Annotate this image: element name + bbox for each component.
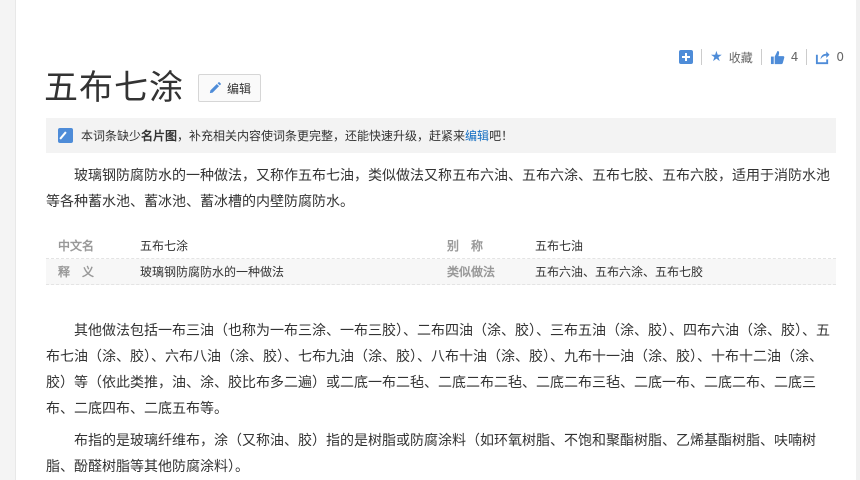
favorite-button[interactable]: ★ 收藏: [702, 48, 761, 66]
share-count: 0: [836, 50, 844, 64]
page-title: 五布七涂: [44, 68, 184, 108]
notice-text-mid: ，补充相关内容使词条更完整，还能快速升级，赶紧来: [177, 129, 466, 143]
definition-paragraph: 布指的是玻璃纤维布，涂（又称油、胶）指的是树脂或防腐涂料（如环氧树脂、不饱和聚酯…: [46, 433, 816, 475]
edit-note-icon: [58, 128, 73, 143]
notice-bold: 名片图: [141, 129, 178, 143]
missing-image-notice: 本词条缺少 名片图 ，补充相关内容使词条更完整，还能快速升级，赶紧来 编辑 吧！: [46, 118, 836, 153]
notice-text-pre: 本词条缺少: [81, 129, 142, 143]
info-key: 类似做法: [447, 265, 496, 279]
plus-icon: [679, 50, 694, 64]
scrollbar[interactable]: [856, 0, 860, 480]
toolbar: ★ 收藏 4 0: [671, 48, 852, 66]
info-value: 玻璃钢防腐防水的一种做法: [140, 265, 285, 279]
info-value: 五布七油: [535, 239, 584, 253]
info-key: 别 称: [447, 239, 484, 253]
info-row: 中文名 五布七涂 别 称 五布七油: [46, 233, 836, 259]
title-row: 五布七涂 编辑: [44, 66, 262, 110]
pencil-icon: [209, 81, 221, 93]
content-card: ★ 收藏 4 0 五布七涂 编辑 本词条缺少 名片图 ，补充相关内容使词条更完整…: [15, 0, 860, 480]
info-value: 五布六油、五布六涂、五布七胶: [535, 265, 704, 279]
add-button[interactable]: [671, 48, 701, 66]
info-key: 释 义: [58, 265, 95, 279]
info-row: 释 义 玻璃钢防腐防水的一种做法 类似做法 五布六油、五布六涂、五布七胶: [46, 259, 836, 285]
basic-info-table: 中文名 五布七涂 别 称 五布七油 释 义 玻璃钢防腐防水的一种做法 类似做法 …: [46, 233, 836, 285]
share-button[interactable]: 0: [807, 48, 852, 66]
table-divider: [46, 284, 836, 285]
thumbs-up-icon: [770, 50, 785, 64]
info-key: 中文名: [58, 239, 95, 253]
methods-paragraph: 其他做法包括一布三油（也称为一布三涂、一布三胶）、二布四油（涂、胶）、三布五油（…: [46, 323, 830, 417]
edit-button-label: 编辑: [227, 81, 252, 96]
intro-paragraph: 玻璃钢防腐防水的一种做法，又称作五布七油，类似做法又称五布六油、五布六涂、五布七…: [46, 168, 830, 210]
favorite-label: 收藏: [728, 50, 753, 65]
info-value: 五布七涂: [140, 239, 189, 253]
notice-text-post: 吧！: [489, 129, 514, 143]
edit-button[interactable]: 编辑: [198, 74, 262, 102]
notice-edit-link[interactable]: 编辑: [465, 127, 489, 144]
share-icon: [816, 50, 830, 64]
like-button[interactable]: 4: [762, 48, 807, 66]
star-icon: ★: [710, 49, 723, 65]
like-count: 4: [790, 50, 799, 64]
